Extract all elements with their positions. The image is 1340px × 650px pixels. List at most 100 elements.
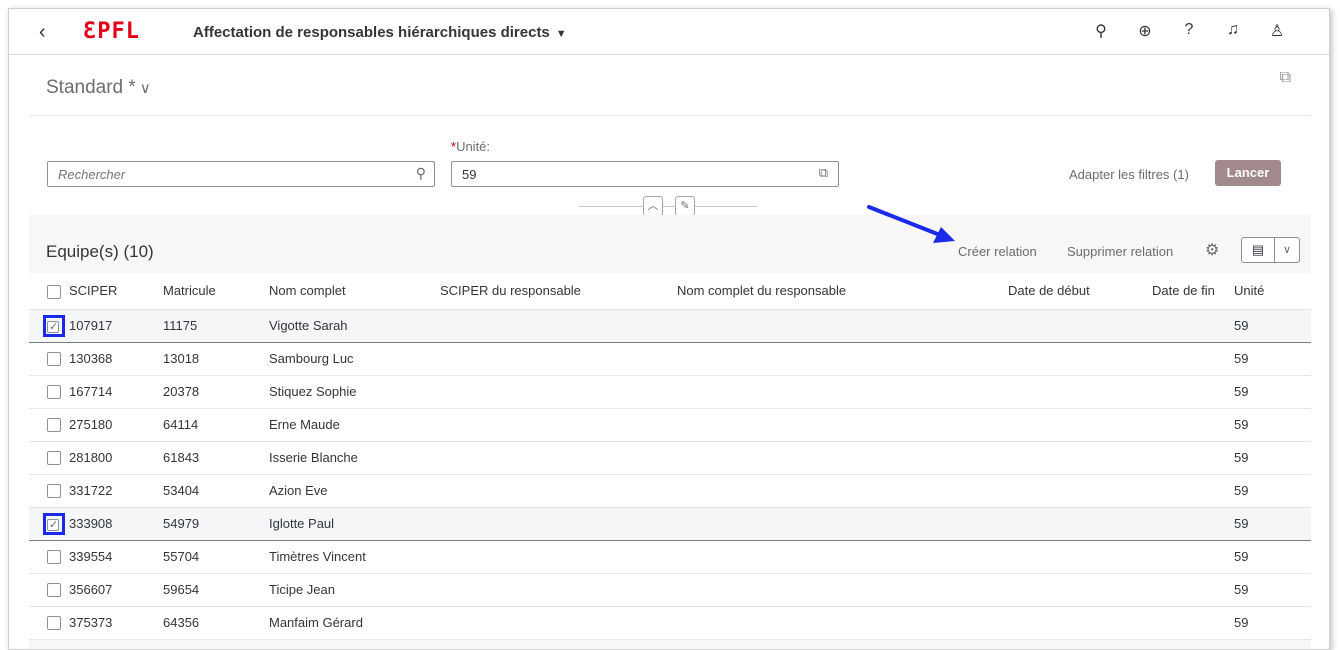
col-header[interactable]: Matricule: [163, 273, 269, 310]
cell-date-debut: [1008, 375, 1152, 409]
table-row[interactable]: 331722 53404 Azion Eve 59: [29, 474, 1311, 508]
row-checkbox[interactable]: [47, 385, 61, 400]
cell-date-fin: [1152, 540, 1234, 574]
search-icon[interactable]: ⚲: [416, 165, 426, 182]
row-checkbox[interactable]: [47, 583, 61, 598]
selection-highlight: [43, 314, 65, 337]
value-help-icon[interactable]: ⧉: [819, 165, 828, 181]
share-icon[interactable]: ⧉: [1280, 69, 1291, 87]
col-header[interactable]: Date de fin: [1152, 273, 1234, 310]
col-header[interactable]: Date de début: [1008, 273, 1152, 310]
cell-nom-responsable: [677, 375, 1008, 409]
annotation-arrow: [867, 205, 955, 243]
globe-icon[interactable]: ⊕: [1123, 21, 1167, 41]
table-row[interactable]: 339554 55704 Timètres Vincent 59: [29, 540, 1311, 574]
col-header[interactable]: Unité: [1234, 273, 1311, 310]
notifications-icon[interactable]: ♫: [1211, 21, 1255, 41]
header-divider: [579, 206, 757, 207]
col-header[interactable]: SCIPER du responsable: [440, 273, 677, 310]
table-row[interactable]: 275180 64114 Erne Maude 59: [29, 408, 1311, 442]
epfl-logo[interactable]: ƐPFL: [83, 19, 140, 44]
delete-relation-button[interactable]: Supprimer relation: [1067, 244, 1173, 259]
row-checkbox[interactable]: [47, 616, 61, 631]
cell-nom: Vigotte Sarah: [269, 309, 440, 343]
export-dropdown-button[interactable]: ∨: [1274, 237, 1300, 263]
cell-date-fin: [1152, 441, 1234, 475]
row-select-cell: [29, 573, 69, 607]
cell-unite: 59: [1234, 507, 1311, 541]
pin-header-button[interactable]: ✎: [675, 196, 695, 216]
cell-nom-responsable: [677, 474, 1008, 508]
create-relation-button[interactable]: Créer relation: [958, 244, 1037, 259]
table-row[interactable]: 10791711175Vigotte Sarah 59: [29, 309, 1311, 343]
cell-matricule: 55704: [163, 540, 269, 574]
row-checkbox[interactable]: [47, 320, 59, 334]
row-select-cell: [29, 342, 69, 376]
cell-date-fin: [1152, 342, 1234, 376]
help-icon[interactable]: ?: [1167, 21, 1211, 41]
user-icon[interactable]: ♙: [1255, 21, 1299, 41]
cell-sciper-responsable: [440, 474, 677, 508]
cell-matricule: 11175: [163, 309, 269, 343]
table-row[interactable]: 281800 61843 Isserie Blanche 59: [29, 441, 1311, 475]
search-icon[interactable]: ⚲: [1079, 21, 1123, 41]
select-all-checkbox[interactable]: [47, 284, 61, 299]
row-checkbox[interactable]: [47, 518, 59, 532]
adapt-filters-button[interactable]: Adapter les filtres (1): [1069, 167, 1189, 182]
table-section: Equipe(s) (10) Créer relation Supprimer …: [29, 205, 1311, 649]
variant-label: Standard *: [46, 77, 136, 98]
row-checkbox[interactable]: [47, 418, 61, 433]
row-checkbox[interactable]: [47, 352, 61, 367]
cell-sciper: 339554: [69, 540, 163, 574]
cell-date-debut: [1008, 606, 1152, 640]
cell-date-fin: [1152, 408, 1234, 442]
back-button[interactable]: ‹: [39, 21, 46, 44]
cell-matricule: 53404: [163, 474, 269, 508]
cell-sciper: 331722: [69, 474, 163, 508]
table-row[interactable]: 167714 20378 Stiquez Sophie 59: [29, 375, 1311, 409]
col-header[interactable]: SCIPER: [69, 273, 163, 310]
cell-date-fin: [1152, 606, 1234, 640]
table-row[interactable]: 33390854979Iglotte Paul 59: [29, 507, 1311, 541]
go-button[interactable]: Lancer: [1215, 160, 1281, 186]
cell-date-debut: [1008, 408, 1152, 442]
search-input[interactable]: Rechercher ⚲: [47, 161, 435, 187]
row-checkbox[interactable]: [47, 484, 61, 499]
export-button[interactable]: ▤: [1241, 237, 1275, 263]
row-checkbox[interactable]: [47, 550, 61, 565]
cell-nom: Erne Maude: [269, 408, 440, 442]
table-row[interactable]: 375373 64356 Manfaim Gérard 59: [29, 606, 1311, 640]
cell-unite: 59: [1234, 342, 1311, 376]
cell-nom: Manfaim Gérard: [269, 606, 440, 640]
cell-sciper: 333908: [69, 507, 163, 541]
chevron-down-icon: ∨: [139, 80, 151, 97]
unite-input[interactable]: 59 ⧉: [451, 161, 839, 187]
search-placeholder: Rechercher: [58, 167, 126, 182]
cell-matricule: 13018: [163, 342, 269, 376]
cell-sciper-responsable: [440, 441, 677, 475]
row-select-cell: [29, 507, 69, 541]
settings-gear-icon[interactable]: ⚙: [1205, 240, 1219, 260]
cell-sciper: 356607: [69, 573, 163, 607]
cell-nom: Sambourg Luc: [269, 342, 440, 376]
cell-unite: 59: [1234, 573, 1311, 607]
cell-sciper: 167714: [69, 375, 163, 409]
variant-selector[interactable]: Standard * ∨: [46, 77, 151, 99]
caret-down-icon: ▼: [555, 28, 567, 40]
cell-nom-responsable: [677, 309, 1008, 343]
col-header[interactable]: Nom complet: [269, 273, 440, 310]
collapse-header-button[interactable]: ︿: [643, 196, 663, 216]
table-row[interactable]: 130368 13018 Sambourg Luc 59: [29, 342, 1311, 376]
cell-sciper-responsable: [440, 573, 677, 607]
cell-matricule: 20378: [163, 375, 269, 409]
cell-sciper: 375373: [69, 606, 163, 640]
app-title-menu[interactable]: Affectation de responsables hiérarchique…: [193, 24, 567, 41]
row-select-cell: [29, 606, 69, 640]
table-row[interactable]: 356607 59654 Ticipe Jean 59: [29, 573, 1311, 607]
cell-matricule: 59654: [163, 573, 269, 607]
cell-nom: Stiquez Sophie: [269, 375, 440, 409]
col-header[interactable]: Nom complet du responsable: [677, 273, 1008, 310]
shell-actions: ⚲ ⊕ ? ♫ ♙: [1079, 21, 1299, 41]
select-all-cell: [29, 273, 69, 310]
row-checkbox[interactable]: [47, 451, 61, 466]
